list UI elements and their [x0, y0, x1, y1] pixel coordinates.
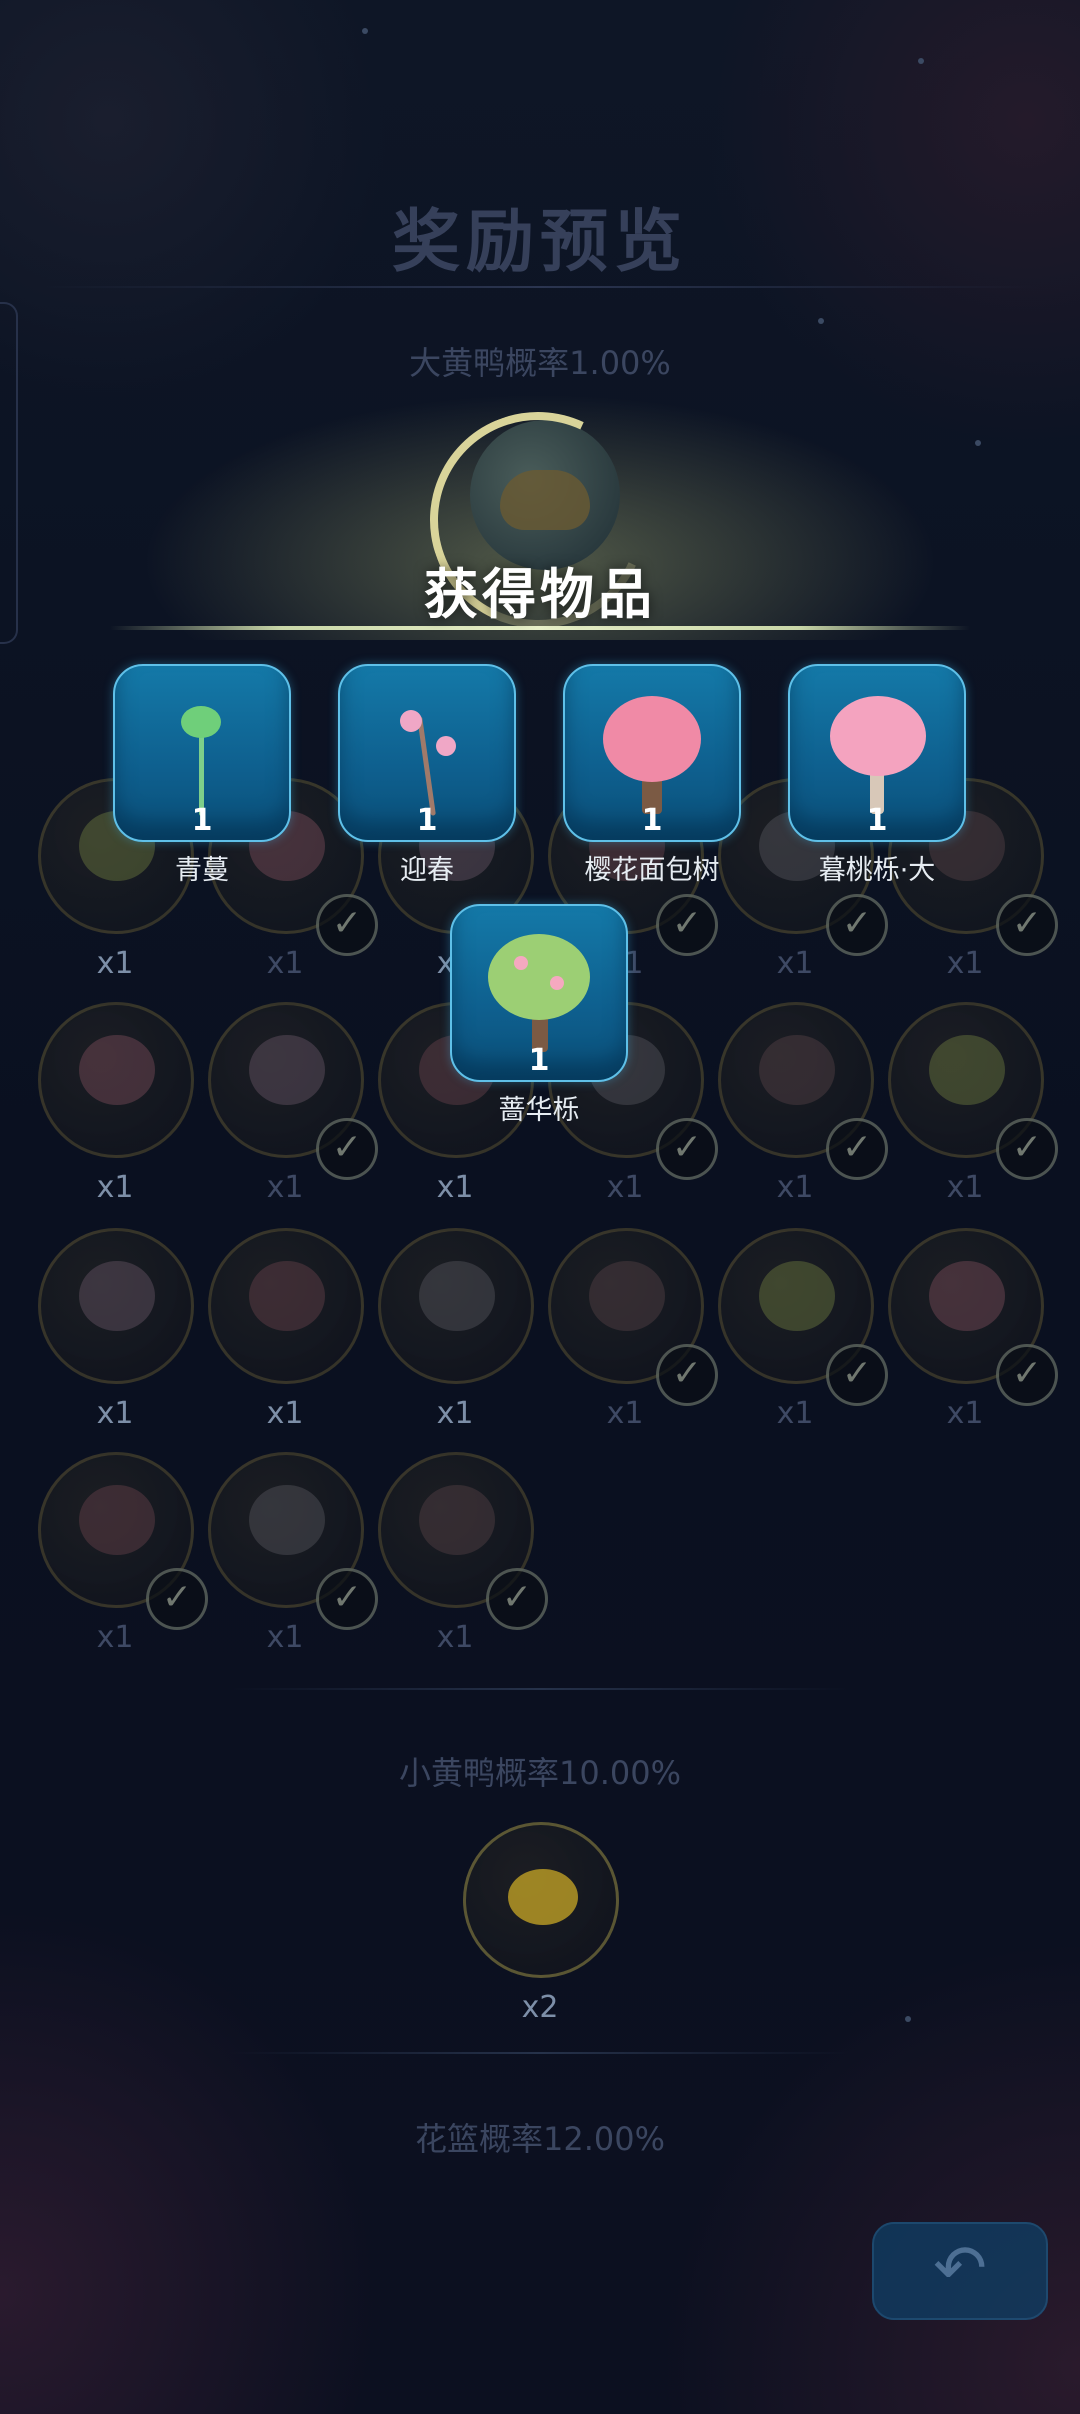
- reward-quantity: x1: [606, 1396, 644, 1431]
- small-duck-reward: x2: [463, 1822, 619, 2025]
- back-button[interactable]: ↶: [872, 2222, 1048, 2320]
- plant-icon: [79, 1261, 155, 1331]
- title-divider: [40, 286, 1040, 288]
- peach-tree-icon: [830, 696, 926, 776]
- reward-bubble: [38, 1228, 194, 1384]
- plant-icon: [249, 1485, 325, 1555]
- reward-slot: ✓x1: [208, 1002, 378, 1205]
- reward-quantity: x1: [436, 1620, 474, 1655]
- item-icon-box: 1: [338, 664, 516, 842]
- obtained-item-card[interactable]: 1 蔷华栎: [450, 904, 628, 1127]
- reward-quantity: x1: [946, 1170, 984, 1205]
- item-count: 1: [641, 803, 663, 838]
- reward-quantity: x2: [521, 1990, 559, 2025]
- rose-oak-tree-icon: [488, 934, 590, 1020]
- obtained-item-card[interactable]: 1 青蔓: [113, 664, 291, 887]
- reward-quantity: x1: [266, 946, 304, 981]
- reward-slot: ✓x1: [38, 1452, 208, 1655]
- plant-icon: [249, 1261, 325, 1331]
- star-icon: [918, 58, 924, 64]
- reward-slot: ✓x1: [888, 1228, 1058, 1431]
- flower-dot: [514, 956, 528, 970]
- reward-quantity: x1: [606, 1170, 644, 1205]
- item-icon-box: 1: [450, 904, 628, 1082]
- reward-quantity: x1: [96, 1396, 134, 1431]
- reward-slot: x1: [208, 1228, 364, 1431]
- star-icon: [818, 318, 824, 324]
- reward-slot: x1: [38, 1002, 194, 1205]
- reward-bubble: [378, 1228, 534, 1384]
- reward-quantity: x1: [776, 1170, 814, 1205]
- page-title: 奖励预览: [391, 203, 688, 282]
- popup-title: 获得物品: [424, 563, 656, 626]
- reward-bubble: [463, 1822, 619, 1978]
- plant-icon: [759, 1261, 835, 1331]
- blossom-icon: [400, 710, 422, 732]
- plant-icon: [929, 1035, 1005, 1105]
- cherry-tree-icon: [603, 696, 701, 782]
- plant-icon: [929, 1261, 1005, 1331]
- reward-quantity: x1: [946, 946, 984, 981]
- reward-quantity: x1: [96, 1170, 134, 1205]
- section-divider: [230, 1688, 850, 1690]
- reward-quantity: x1: [96, 946, 134, 981]
- blossom-icon: [436, 736, 456, 756]
- plant-icon: [249, 1035, 325, 1105]
- item-count: 1: [191, 803, 213, 838]
- plant-icon: [759, 1035, 835, 1105]
- obtained-item-card[interactable]: 1 暮桃栎·大: [788, 664, 966, 887]
- reward-bubble: [208, 1228, 364, 1384]
- reward-quantity: x1: [266, 1170, 304, 1205]
- item-count: 1: [528, 1043, 550, 1078]
- obtained-item-card[interactable]: 1 樱花面包树: [563, 664, 741, 887]
- obtained-item-card[interactable]: 1 迎春: [338, 664, 516, 887]
- reward-slot: x1: [378, 1228, 534, 1431]
- reward-slot: ✓x1: [718, 1002, 888, 1205]
- big-duck-rate: 大黄鸭概率1.00%: [409, 344, 671, 382]
- reward-quantity: x1: [946, 1396, 984, 1431]
- reward-slot: ✓x1: [378, 1452, 548, 1655]
- item-name: 樱花面包树: [584, 855, 720, 886]
- star-icon: [905, 2016, 911, 2022]
- reward-slot: ✓x1: [888, 1002, 1058, 1205]
- vine-icon: [181, 706, 221, 738]
- flower-dot: [550, 976, 564, 990]
- star-icon: [975, 440, 981, 446]
- plant-icon: [589, 1261, 665, 1331]
- reward-quantity: x1: [266, 1620, 304, 1655]
- reward-quantity: x1: [436, 1170, 474, 1205]
- reward-quantity: x1: [776, 946, 814, 981]
- reward-quantity: x1: [266, 1396, 304, 1431]
- item-name: 青蔓: [175, 855, 229, 886]
- plant-icon: [79, 1035, 155, 1105]
- undo-arrow-icon: ↶: [933, 2232, 987, 2306]
- rubber-duck-icon: [508, 1869, 578, 1925]
- item-icon-box: 1: [788, 664, 966, 842]
- branch: [417, 716, 436, 816]
- plant-icon: [419, 1261, 495, 1331]
- section-divider: [230, 2052, 850, 2054]
- reward-slot: x1: [38, 1228, 194, 1431]
- flower-basket-rate: 花篮概率12.00%: [414, 2120, 666, 2158]
- reward-slot: ✓x1: [718, 1228, 888, 1431]
- item-count: 1: [416, 803, 438, 838]
- reward-slot: ✓x1: [548, 1228, 718, 1431]
- reward-quantity: x1: [776, 1396, 814, 1431]
- item-name: 迎春: [400, 855, 454, 886]
- item-name: 蔷华栎: [498, 1095, 580, 1126]
- reward-quantity: x1: [436, 1396, 474, 1431]
- reward-slot: ✓x1: [208, 1452, 378, 1655]
- reward-bubble: [38, 1002, 194, 1158]
- item-icon-box: 1: [563, 664, 741, 842]
- plant-icon: [79, 1485, 155, 1555]
- item-count: 1: [866, 803, 888, 838]
- star-icon: [362, 28, 368, 34]
- item-icon-box: 1: [113, 664, 291, 842]
- reward-quantity: x1: [96, 1620, 134, 1655]
- small-duck-rate: 小黄鸭概率10.00%: [398, 1754, 682, 1792]
- plant-icon: [419, 1485, 495, 1555]
- item-name: 暮桃栎·大: [818, 855, 936, 886]
